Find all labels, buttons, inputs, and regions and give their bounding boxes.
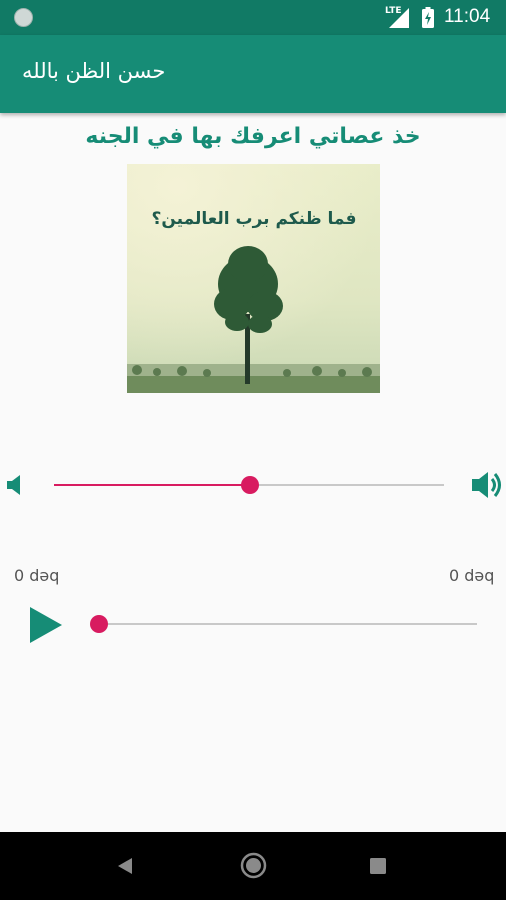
volume-low-icon[interactable] [6, 474, 24, 496]
nav-home-icon[interactable] [240, 852, 267, 879]
notification-icon [14, 8, 33, 27]
signal-icon [389, 8, 409, 28]
app-bar: حسن الظن بالله [0, 35, 506, 113]
total-duration: 0 dəq [449, 566, 495, 585]
elapsed-time: 0 dəq [14, 566, 60, 585]
clock: 11:04 [444, 6, 491, 27]
page-title: حسن الظن بالله [22, 59, 166, 83]
track-title: خذ عصاتي اعرفك بها في الجنه [85, 124, 421, 149]
nav-back-icon[interactable] [116, 857, 134, 875]
navigation-bar [0, 832, 506, 900]
volume-high-icon[interactable] [471, 469, 505, 501]
volume-slider-thumb[interactable] [240, 476, 259, 494]
cover-caption: فما ظنكم برب العالمين؟ [152, 209, 357, 229]
battery-charging-icon [422, 7, 434, 28]
seek-bar[interactable] [90, 615, 477, 633]
volume-slider-fill [54, 484, 250, 486]
seek-bar-thumb[interactable] [90, 615, 108, 633]
cover-image: فما ظنكم برب العالمين؟ [127, 164, 380, 393]
play-icon[interactable] [28, 605, 64, 645]
nav-recent-icon[interactable] [370, 858, 386, 874]
volume-slider[interactable] [54, 476, 444, 494]
status-bar: LTE 11:04 [0, 0, 506, 35]
